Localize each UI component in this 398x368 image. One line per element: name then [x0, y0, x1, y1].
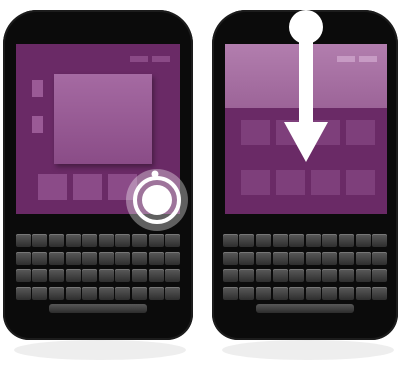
tap-touch-indicator-icon: [126, 169, 188, 231]
tutorial-illustration: [0, 0, 398, 368]
gesture-overlay: [126, 10, 328, 231]
swipe-down-arrow-icon: [284, 10, 328, 162]
